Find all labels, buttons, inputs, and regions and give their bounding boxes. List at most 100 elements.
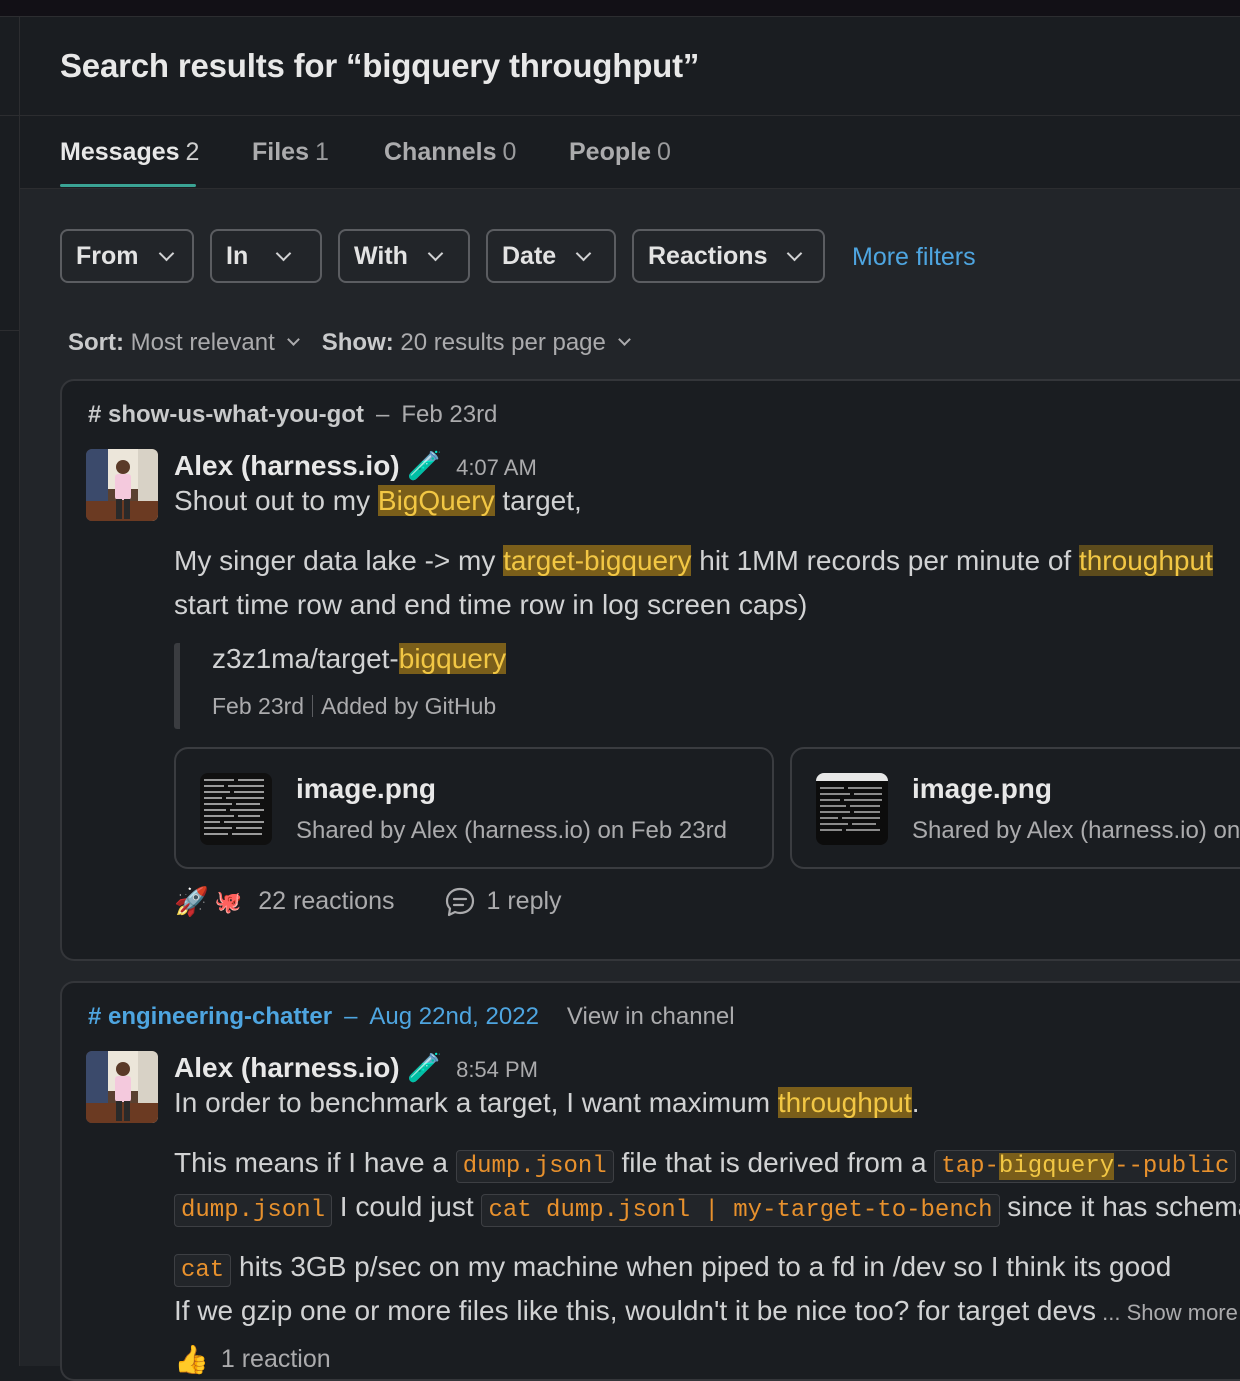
inline-code: dump.jsonl <box>455 1150 614 1183</box>
chevron-down-icon <box>158 245 174 261</box>
tab-label: People <box>569 138 651 166</box>
chevron-down-icon <box>787 245 803 261</box>
attachment-source: Added by GitHub <box>321 693 497 719</box>
inline-code: dump.jsonl <box>174 1194 333 1227</box>
file-name: image.png <box>296 773 437 804</box>
tab-label: Messages <box>60 138 180 166</box>
attachment-meta: Feb 23rd Added by GitHub <box>212 693 496 720</box>
sidebar-divider <box>0 115 19 116</box>
tab-channels[interactable]: Channels 0 <box>384 138 516 167</box>
text-segment: tap- <box>941 1153 999 1180</box>
text-segment: --public <box>1114 1153 1230 1180</box>
filter-label: Reactions <box>648 241 768 270</box>
text-segment: This means if I have a <box>174 1147 456 1178</box>
thumbs-up-emoji-icon[interactable]: 👍 <box>174 1343 209 1376</box>
more-filters-link[interactable]: More filters <box>852 243 976 272</box>
chevron-down-icon <box>286 333 300 346</box>
active-tab-indicator <box>60 184 196 187</box>
reply-button[interactable]: 1 reply <box>444 886 562 918</box>
view-in-channel-link[interactable]: View in channel <box>567 1003 735 1030</box>
text-segment: z3z1ma/target- <box>212 643 399 674</box>
file-shared-by: Shared by Alex (harness.io) on Feb 23rd <box>912 817 1240 844</box>
search-results-panel: Search results for “bigquery throughput”… <box>20 17 1240 1381</box>
author-name[interactable]: Alex (harness.io) <box>174 1052 400 1083</box>
channel-name[interactable]: # engineering-chatter <box>88 1003 332 1030</box>
tab-count: 0 <box>656 138 671 166</box>
sort-dropdown[interactable]: Sort: Most relevant <box>68 329 322 356</box>
tab-people[interactable]: People 0 <box>569 138 671 167</box>
status-emoji: 🧪 <box>407 450 443 481</box>
channel-name[interactable]: # show-us-what-you-got <box>88 401 364 428</box>
message-author: Alex (harness.io) 🧪 4:07 AM <box>174 449 537 482</box>
reactions-row: 🚀 🐙 22 reactions 1 reply <box>174 885 562 918</box>
inline-code: cat dump.jsonl | my-target-to-bench <box>481 1194 1000 1227</box>
highlighted-term: bigquery <box>398 643 507 674</box>
file-name: image.png <box>912 773 1053 804</box>
reactions-count[interactable]: 22 reactions <box>258 887 394 916</box>
inline-code: tap-bigquery--public <box>934 1150 1237 1183</box>
filter-label: Date <box>502 241 557 270</box>
filter-from-button[interactable]: From <box>60 229 194 283</box>
message-date[interactable]: Aug 22nd, 2022 <box>369 1003 539 1030</box>
text-segment: In order to benchmark a target, I want m… <box>174 1087 778 1118</box>
text-segment: target, <box>494 485 582 516</box>
file-shared-by: Shared by Alex (harness.io) on Feb 23rd <box>296 817 727 844</box>
text-segment: hits 3GB p/sec on my machine when piped … <box>231 1251 1172 1282</box>
message-date: Feb 23rd <box>401 401 498 428</box>
chevron-down-icon <box>575 245 592 261</box>
tab-count: 2 <box>185 138 200 166</box>
message-line: In order to benchmark a target, I want m… <box>174 1081 919 1125</box>
message-result[interactable]: # show-us-what-you-got – Feb 23rd Alex (ha… <box>60 379 1240 961</box>
highlighted-term: target-bigquery <box>503 545 692 576</box>
tab-count: 1 <box>314 138 329 166</box>
reactions-row: 👍 1 reaction <box>174 1343 331 1376</box>
chevron-down-icon <box>427 245 444 261</box>
text-segment: If we gzip one or more files like this, … <box>174 1295 1097 1326</box>
reactions-count[interactable]: 1 reaction <box>221 1345 331 1374</box>
octopus-emoji-icon[interactable]: 🐙 <box>215 889 242 915</box>
attachment-title[interactable]: z3z1ma/target-bigquery <box>212 643 507 675</box>
avatar[interactable] <box>86 1051 158 1123</box>
divider <box>312 695 314 717</box>
message-time[interactable]: 4:07 AM <box>456 455 537 480</box>
text-segment: since it has schemas <box>1007 1191 1240 1222</box>
inline-code: cat <box>174 1254 232 1287</box>
message-line: start time row and end time row in log s… <box>174 589 808 620</box>
chevron-down-icon <box>618 333 631 346</box>
avatar[interactable] <box>86 449 158 521</box>
tab-label: Channels <box>384 138 497 166</box>
chevron-down-icon <box>275 245 292 261</box>
filter-in-button[interactable]: In <box>210 229 322 283</box>
page-size-dropdown[interactable]: Show: 20 results per page <box>322 329 653 356</box>
message-author: Alex (harness.io) 🧪 8:54 PM <box>174 1051 538 1084</box>
text-segment: hit 1MM records per minute of <box>691 545 1079 576</box>
message-time[interactable]: 8:54 PM <box>456 1057 538 1082</box>
tab-messages[interactable]: Messages 2 <box>60 138 199 167</box>
link-attachment[interactable]: z3z1ma/target-bigquery Feb 23rd Added by … <box>174 643 900 729</box>
result-context: # engineering-chatter – Aug 22nd, 2022 View… <box>88 1003 735 1031</box>
message-result[interactable]: # engineering-chatter – Aug 22nd, 2022 View… <box>60 981 1240 1381</box>
tab-label: Files <box>252 138 309 166</box>
filter-reactions-button[interactable]: Reactions <box>632 229 825 283</box>
message-line: cat hits 3GB p/sec on my machine when pi… <box>174 1245 1171 1293</box>
thread-icon <box>446 887 475 916</box>
message-line: Shout out to my BigQuery target, <box>174 479 582 523</box>
status-emoji: 🧪 <box>407 1052 443 1083</box>
sort-controls: Sort: Most relevant Show: 20 results per … <box>68 329 653 357</box>
author-name[interactable]: Alex (harness.io) <box>174 450 400 481</box>
file-card[interactable]: image.png Shared by Alex (harness.io) on… <box>790 747 1240 869</box>
filter-date-button[interactable]: Date <box>486 229 616 283</box>
filter-label: In <box>226 241 249 270</box>
file-card[interactable]: image.png Shared by Alex (harness.io) on… <box>174 747 774 869</box>
text-segment: My singer data lake -> my <box>174 545 504 576</box>
text-segment: I could just <box>332 1191 482 1222</box>
show-more-link[interactable]: ... Show more <box>1096 1300 1238 1325</box>
result-context: # show-us-what-you-got – Feb 23rd <box>88 401 497 429</box>
filter-with-button[interactable]: With <box>338 229 470 283</box>
reply-count: 1 reply <box>486 887 562 915</box>
rocket-emoji-icon[interactable]: 🚀 <box>174 885 209 918</box>
tab-files[interactable]: Files 1 <box>252 138 329 167</box>
filter-label: From <box>76 241 139 270</box>
results-area: From In With Date Reactions More filters… <box>20 189 1240 1381</box>
text-segment: file that is derived from a <box>613 1147 935 1178</box>
